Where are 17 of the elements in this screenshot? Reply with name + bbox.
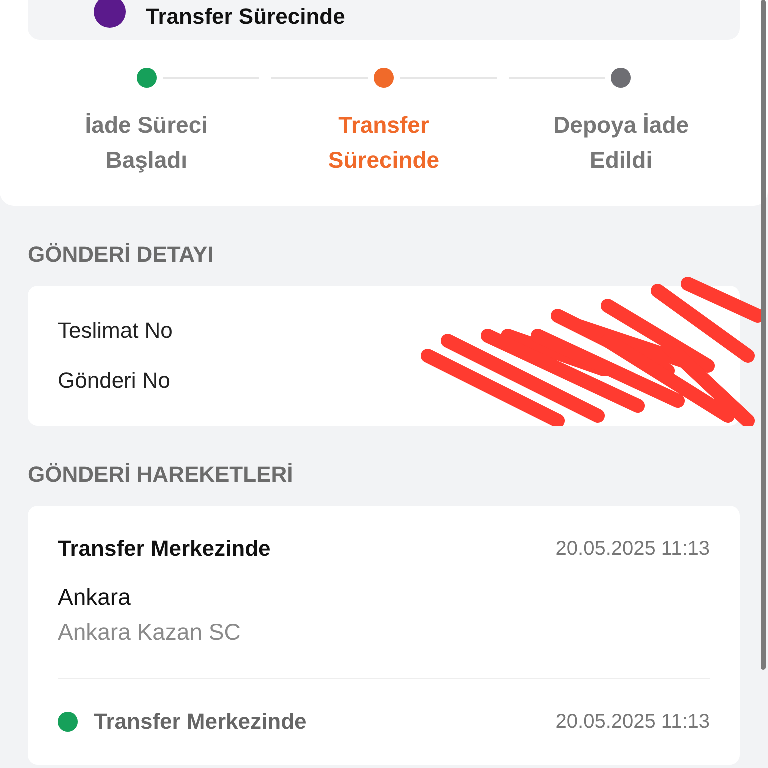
detail-label: Teslimat No [58,318,173,344]
timeline-time: 20.05.2025 11:13 [556,710,710,734]
movement-time: 20.05.2025 11:13 [556,538,710,560]
section-title: GÖNDERİ DETAYI [27,241,215,269]
movement-center: Ankara Kazan SC [58,619,242,646]
movement-title: Transfer Merkezinde [58,536,271,562]
section-title: GÖNDERİ HAREKETLERİ [27,461,294,489]
step-label: Depoya İade Edildi [552,111,690,175]
step-label: İade Süreci Başladı [84,111,210,175]
movement-city: Ankara [58,584,132,611]
step-dot [136,68,157,88]
detail-label: Gönderi No [58,368,171,394]
timeline-title: Transfer Merkezinde [94,709,307,735]
step-dot [374,68,394,88]
current-status: Transfer Sürecinde [146,6,346,28]
step-label: Transfer Sürecinde [327,111,441,175]
step-dot [611,68,632,88]
